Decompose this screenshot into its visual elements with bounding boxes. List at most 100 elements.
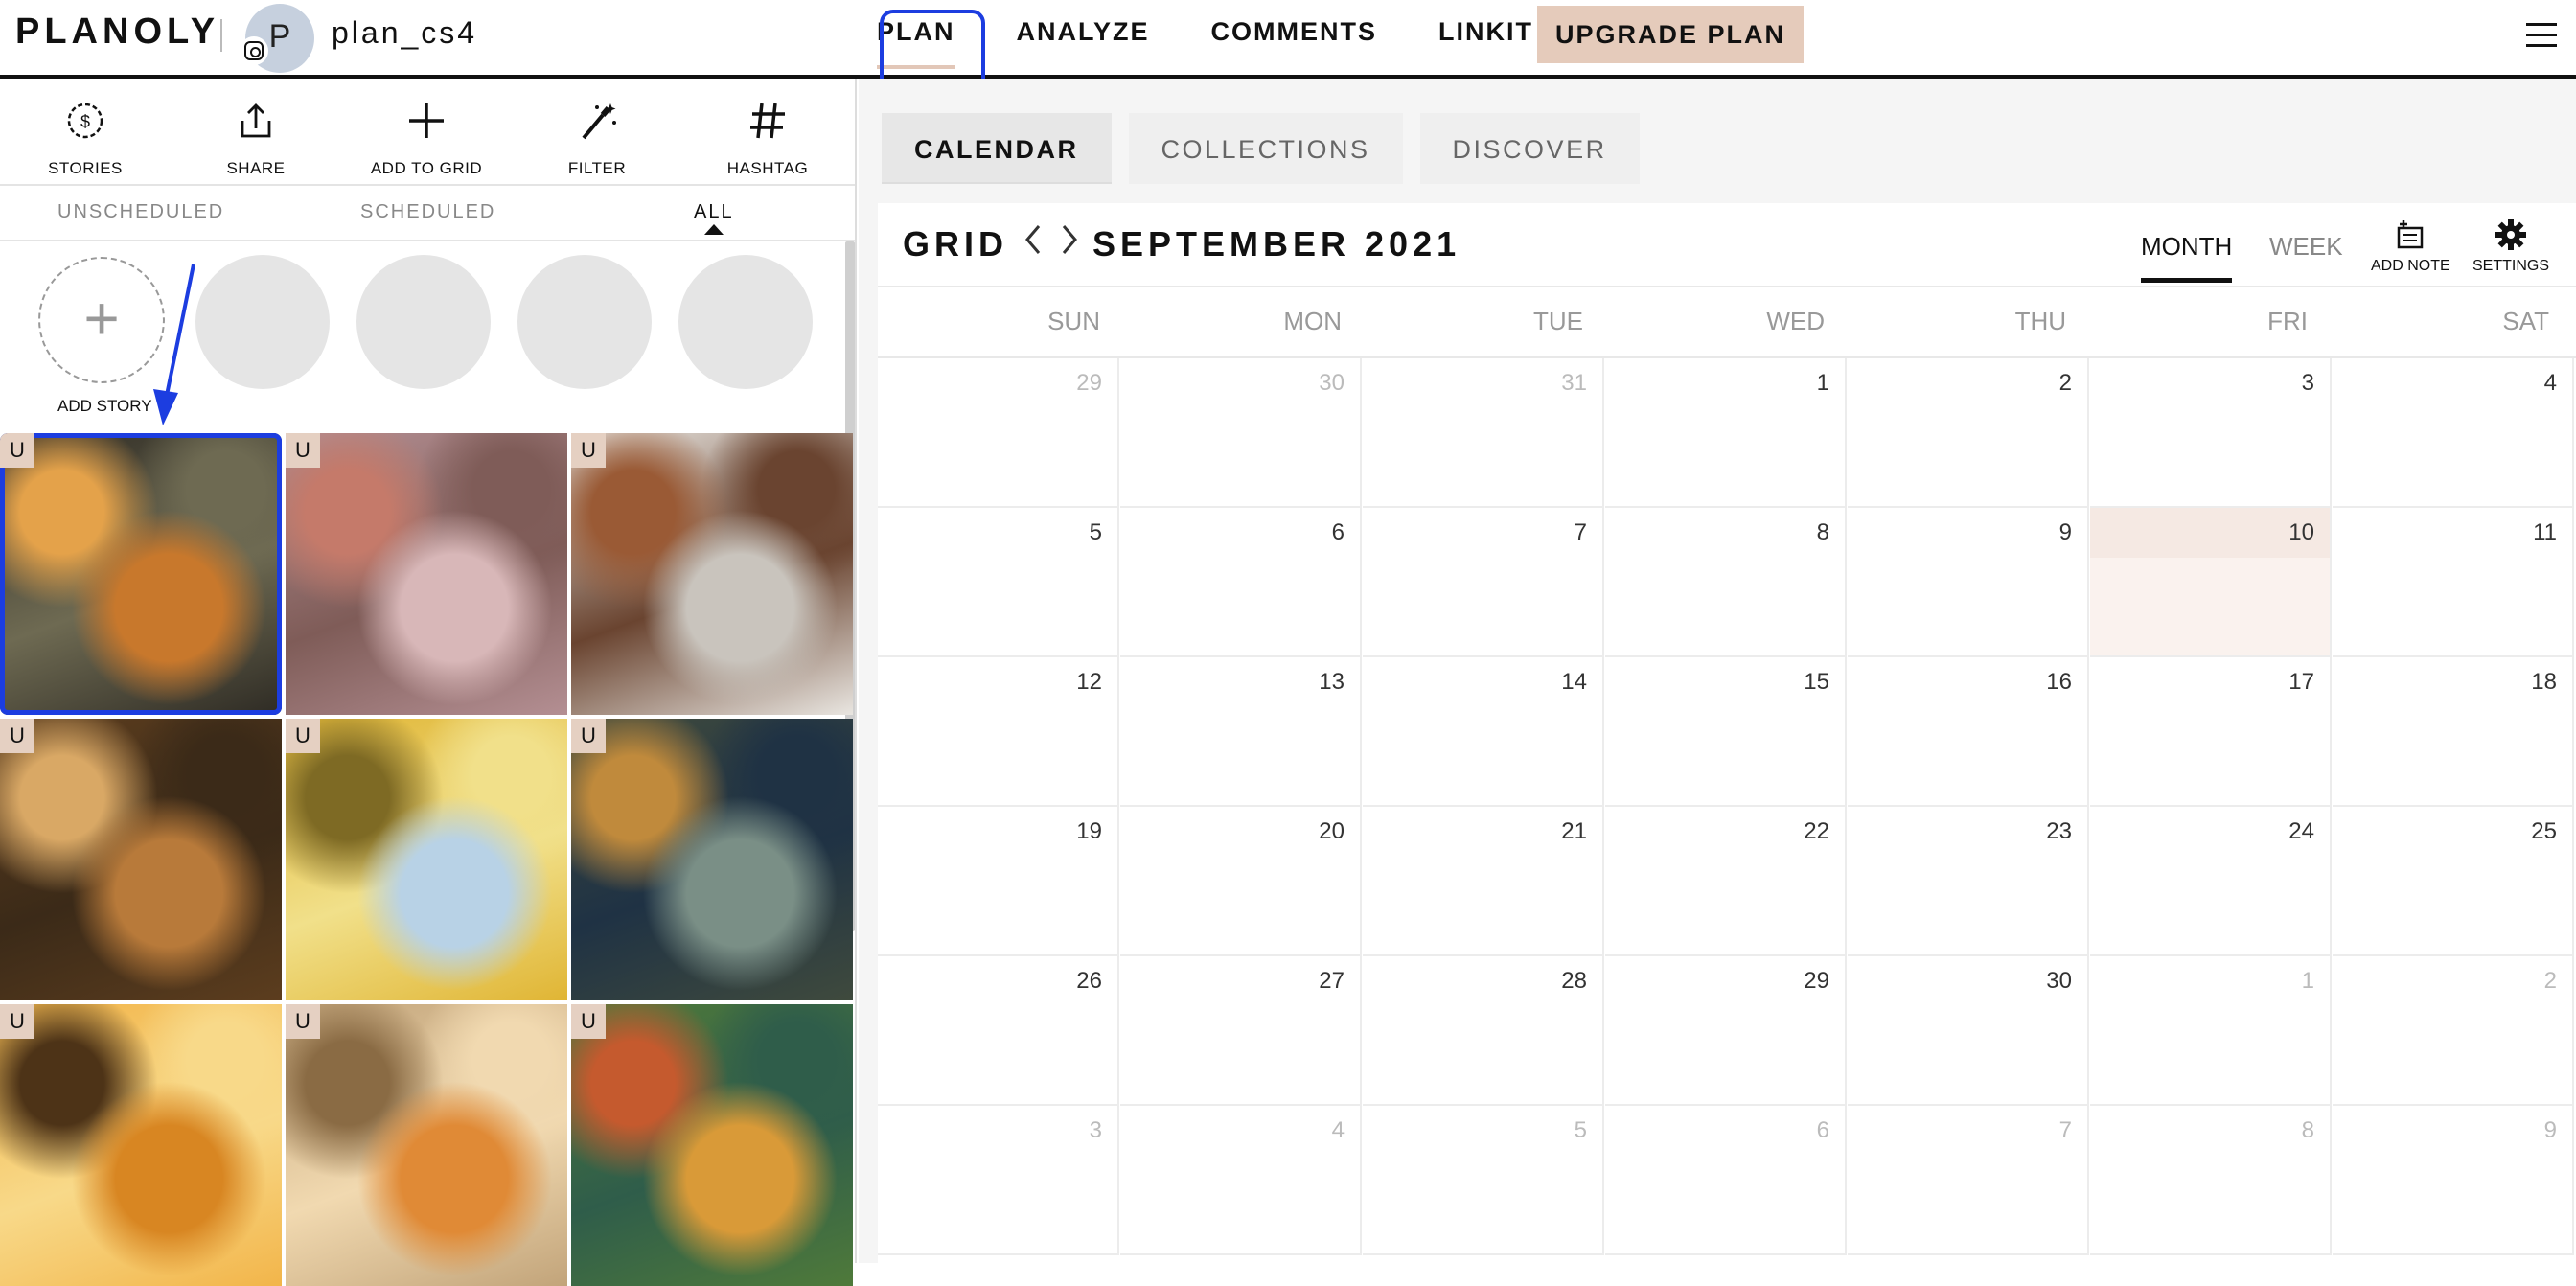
tab-collections[interactable]: COLLECTIONS — [1128, 113, 1403, 184]
calendar-day[interactable]: 27 — [1120, 956, 1362, 1106]
weekday-label: SUN — [1047, 307, 1100, 335]
calendar-day-today[interactable]: 10 — [2090, 508, 2332, 657]
filter-unscheduled[interactable]: UNSCHEDULED — [58, 186, 224, 223]
calendar-day[interactable]: 2 — [1848, 358, 2089, 508]
calendar-day[interactable]: 25 — [2333, 807, 2574, 956]
calendar-day[interactable]: 28 — [1363, 956, 1604, 1106]
calendar-day[interactable]: 29 — [878, 358, 1119, 508]
settings-button[interactable]: SETTINGS — [2472, 218, 2549, 275]
calendar-day[interactable]: 8 — [1605, 508, 1847, 657]
calendar-day[interactable]: 19 — [878, 807, 1119, 956]
nav-linkit[interactable]: LINKIT — [1438, 0, 1533, 75]
day-number: 1 — [2301, 968, 2314, 994]
calendar-day[interactable]: 26 — [878, 956, 1119, 1106]
calendar-day[interactable]: 6 — [1120, 508, 1362, 657]
chevron-left-icon[interactable] — [1022, 220, 1043, 268]
view-month-tab[interactable]: MONTH — [2141, 232, 2233, 283]
upgrade-plan-button[interactable]: UPGRADE PLAN — [1537, 6, 1804, 63]
filter-all[interactable]: ALL — [694, 186, 734, 235]
chevron-right-icon[interactable] — [1060, 220, 1081, 268]
calendar-day[interactable]: 14 — [1363, 657, 1604, 807]
unscheduled-badge: U — [286, 1004, 320, 1039]
account-username[interactable]: plan_cs4 — [332, 15, 477, 51]
share-icon — [171, 100, 341, 146]
add-note-button[interactable]: ADD NOTE — [2371, 218, 2450, 275]
calendar-day[interactable]: 1 — [1605, 358, 1847, 508]
nav-analyze[interactable]: ANALYZE — [1017, 0, 1150, 75]
calendar-day[interactable]: 11 — [2333, 508, 2574, 657]
svg-text:$: $ — [80, 112, 90, 131]
calendar-day[interactable]: 13 — [1120, 657, 1362, 807]
filter-scheduled[interactable]: SCHEDULED — [360, 186, 495, 223]
calendar-day[interactable]: 12 — [878, 657, 1119, 807]
calendar-day[interactable]: 23 — [1848, 807, 2089, 956]
calendar-day[interactable]: 8 — [2090, 1106, 2332, 1255]
calendar-day[interactable]: 9 — [1848, 508, 2089, 657]
share-button[interactable]: SHARE — [171, 79, 341, 184]
calendar-day[interactable]: 1 — [2090, 956, 2332, 1106]
day-number: 1 — [1816, 370, 1829, 396]
grid-post-tile[interactable]: U — [571, 719, 853, 1000]
calendar-day[interactable]: 18 — [2333, 657, 2574, 807]
weekday-label: TUE — [1533, 307, 1583, 335]
calendar-day[interactable]: 21 — [1363, 807, 1604, 956]
grid-post-tile[interactable]: U — [0, 1004, 282, 1286]
day-number: 3 — [2301, 370, 2314, 396]
calendar-day[interactable]: 7 — [1848, 1106, 2089, 1255]
add-to-grid-button[interactable]: ADD TO GRID — [341, 79, 512, 184]
nav-comments[interactable]: COMMENTS — [1211, 0, 1378, 75]
hashtag-button[interactable]: HASHTAG — [682, 79, 853, 184]
grid-post-tile[interactable]: U — [286, 1004, 567, 1286]
top-bar: PLANOLY P plan_cs4 PLAN ANALYZE COMMENTS… — [0, 0, 2576, 79]
calendar-day[interactable]: 29 — [1605, 956, 1847, 1106]
menu-icon[interactable] — [2526, 23, 2557, 48]
unscheduled-badge: U — [571, 433, 606, 468]
hashtag-icon — [682, 100, 853, 146]
calendar-day[interactable]: 15 — [1605, 657, 1847, 807]
grid-post-tile[interactable]: U — [286, 433, 567, 715]
brand-logo[interactable]: PLANOLY — [15, 11, 219, 53]
calendar-day[interactable]: 3 — [878, 1106, 1119, 1255]
day-number: 26 — [1076, 968, 1102, 994]
day-number: 17 — [2288, 669, 2314, 695]
filter-button[interactable]: FILTER — [512, 79, 682, 184]
day-number: 9 — [2543, 1117, 2557, 1143]
grid-post-tile[interactable]: U — [571, 433, 853, 715]
calendar-day[interactable]: 2 — [2333, 956, 2574, 1106]
day-number: 8 — [2301, 1117, 2314, 1143]
unscheduled-badge: U — [571, 1004, 606, 1039]
day-number: 10 — [2090, 508, 2330, 558]
tab-discover[interactable]: DISCOVER — [1419, 113, 1640, 184]
unscheduled-badge: U — [0, 1004, 34, 1039]
day-number: 2 — [2543, 968, 2557, 994]
calendar-day[interactable]: 22 — [1605, 807, 1847, 956]
grid-post-tile[interactable]: U — [0, 433, 282, 715]
calendar-day[interactable]: 4 — [2333, 358, 2574, 508]
grid-post-tile[interactable]: U — [286, 719, 567, 1000]
view-week-tab[interactable]: WEEK — [2269, 232, 2343, 262]
calendar-day[interactable]: 31 — [1363, 358, 1604, 508]
calendar-day[interactable]: 9 — [2333, 1106, 2574, 1255]
day-number: 5 — [1574, 1117, 1587, 1143]
calendar-day[interactable]: 24 — [2090, 807, 2332, 956]
grid-post-tile[interactable]: U — [571, 1004, 853, 1286]
tab-calendar[interactable]: CALENDAR — [882, 113, 1112, 184]
calendar-day[interactable]: 5 — [878, 508, 1119, 657]
day-number: 3 — [1089, 1117, 1102, 1143]
calendar-day[interactable]: 17 — [2090, 657, 2332, 807]
day-number: 28 — [1561, 968, 1587, 994]
calendar-day[interactable]: 4 — [1120, 1106, 1362, 1255]
calendar-day[interactable]: 5 — [1363, 1106, 1604, 1255]
calendar-day[interactable]: 7 — [1363, 508, 1604, 657]
calendar-day[interactable]: 30 — [1848, 956, 2089, 1106]
stories-button[interactable]: $ STORIES — [0, 79, 171, 184]
calendar-day[interactable]: 30 — [1120, 358, 1362, 508]
calendar-day[interactable]: 6 — [1605, 1106, 1847, 1255]
calendar-day[interactable]: 16 — [1848, 657, 2089, 807]
day-number: 29 — [1076, 370, 1102, 396]
grid-post-tile[interactable]: U — [0, 719, 282, 1000]
calendar-day[interactable]: 3 — [2090, 358, 2332, 508]
day-number: 20 — [1319, 818, 1345, 844]
calendar: GRID SEPTEMBER 2021 MONTH WEEK ADD NOTE … — [878, 203, 2576, 1263]
calendar-day[interactable]: 20 — [1120, 807, 1362, 956]
